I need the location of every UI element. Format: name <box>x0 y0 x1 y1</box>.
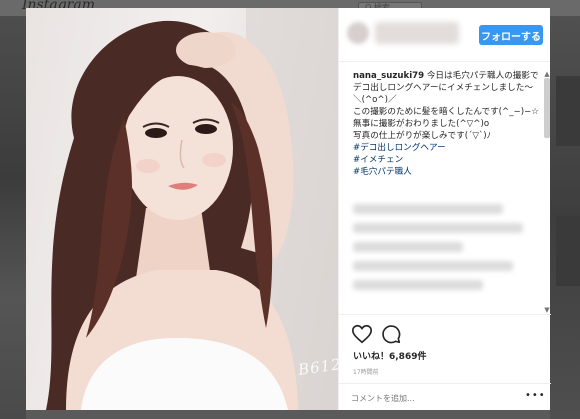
hashtag-link[interactable]: #デコ出しロングヘアー <box>353 142 539 154</box>
scroll-thumb[interactable] <box>544 78 550 138</box>
more-options-icon[interactable]: ••• <box>525 390 546 401</box>
background-thumbnail <box>556 216 580 286</box>
background-right-strip <box>550 16 580 419</box>
post-photo[interactable]: B612 <box>26 8 338 410</box>
follow-button[interactable]: フォローする <box>479 25 543 45</box>
caption-scrollbar[interactable]: ▲ ▼ <box>543 70 551 314</box>
caption-text: 写真の仕上がりが楽しみです(´▽`)ﾉ <box>353 131 491 141</box>
post-header: フォローする <box>339 8 550 62</box>
scroll-down-arrow-icon[interactable]: ▼ <box>543 306 551 314</box>
post-actions: いいね！6,869件 17時間前 ••• <box>339 314 551 410</box>
caption-text: 無事に撮影がおわりました(^▽^)o <box>353 119 490 129</box>
caption-text: この撮影のために髪を暗くしたんです(^_−)−☆ <box>353 107 539 117</box>
comment-row: ••• <box>339 383 551 411</box>
post-sidebar: フォローする nana_suzuki79 今日は毛穴パテ職人の撮影でデコ出しロン… <box>338 8 551 410</box>
caption-first-line: nana_suzuki79 今日は毛穴パテ職人の撮影でデコ出しロングヘアーにイメ… <box>353 70 539 106</box>
background-thumbnail <box>556 76 580 146</box>
hashtag-link[interactable]: #イメチェン <box>353 154 539 166</box>
portrait-illustration <box>46 8 338 410</box>
caption-username[interactable]: nana_suzuki79 <box>353 71 424 81</box>
avatar[interactable] <box>347 22 369 44</box>
likes-count[interactable]: いいね！6,869件 <box>353 349 426 362</box>
post-modal: B612 フォローする nana_suzuki79 今日は毛穴パテ職人の撮影でデ… <box>26 8 551 410</box>
comment-icon[interactable] <box>380 323 402 345</box>
hashtag-link[interactable]: #毛穴パテ職人 <box>353 166 539 178</box>
background-left-strip <box>0 16 26 419</box>
blurred-comments <box>353 204 523 300</box>
comment-input[interactable] <box>351 390 511 406</box>
scroll-up-arrow-icon[interactable]: ▲ <box>543 70 551 78</box>
blurred-username <box>375 22 459 44</box>
post-timestamp: 17時間前 <box>353 369 379 376</box>
heart-icon[interactable] <box>351 323 373 345</box>
